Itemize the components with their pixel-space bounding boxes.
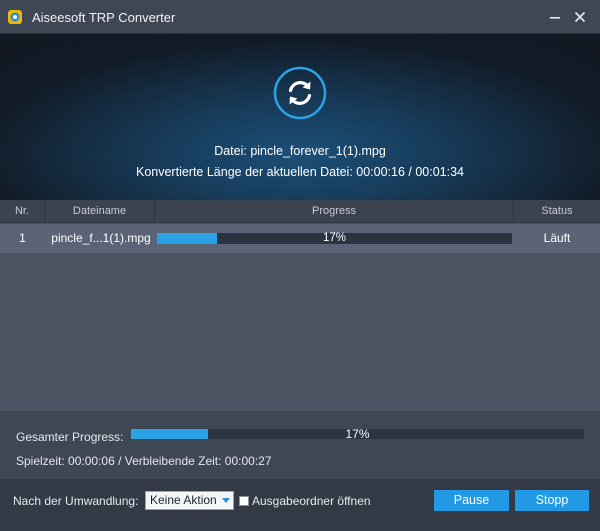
conversion-hero-panel: Datei: pincle_forever_1(1).mpg Konvertie…: [0, 34, 600, 200]
row-progress-bar: 17%: [157, 232, 512, 244]
minimize-icon: [550, 17, 560, 19]
row-status: Läuft: [543, 231, 571, 245]
converted-length-label: Konvertierte Länge der aktuellen Datei: …: [135, 165, 464, 179]
overall-progress-panel: Gesamter Progress: 17% Spielzeit: 00:00:…: [0, 410, 600, 479]
close-button[interactable]: [571, 8, 589, 26]
footer-bar: Nach der Umwandlung: Keine Aktion Ausgab…: [0, 479, 600, 531]
close-icon: [574, 11, 586, 23]
open-output-folder-checkbox[interactable]: [239, 496, 249, 506]
minimize-button[interactable]: [546, 8, 564, 26]
time-info: Spielzeit: 00:00:06 / Verbleibende Zeit:…: [16, 454, 272, 468]
task-table: Nr. Dateiname Progress Status 1 pincle_f…: [0, 200, 600, 410]
chevron-down-icon: [222, 498, 230, 503]
overall-progress-bar: 17%: [131, 427, 584, 441]
after-conversion-label: Nach der Umwandlung:: [13, 494, 139, 508]
after-conversion-select[interactable]: Keine Aktion: [145, 491, 234, 510]
column-header-progress[interactable]: Progress: [155, 200, 514, 223]
window-title: Aiseesoft TRP Converter: [32, 10, 176, 25]
row-number: 1: [19, 231, 26, 245]
open-output-folder-label[interactable]: Ausgabeordner öffnen: [252, 494, 371, 508]
pause-button[interactable]: Pause: [434, 490, 509, 511]
stop-button[interactable]: Stopp: [515, 490, 589, 511]
table-row[interactable]: 1 pincle_f...1(1).mpg 17% Läuft: [0, 224, 600, 253]
overall-progress-percent: 17%: [345, 427, 370, 441]
title-bar: Aiseesoft TRP Converter: [0, 0, 600, 34]
row-filename: pincle_f...1(1).mpg: [51, 231, 151, 245]
row-progress-label: 17%: [322, 232, 347, 244]
column-header-status[interactable]: Status: [514, 200, 600, 223]
column-header-filename[interactable]: Dateiname: [45, 200, 155, 223]
table-header: Nr. Dateiname Progress Status: [0, 200, 600, 223]
column-header-nr[interactable]: Nr.: [0, 200, 45, 223]
overall-progress-label: Gesamter Progress:: [16, 430, 124, 444]
current-file-label: Datei: pincle_forever_1(1).mpg: [214, 144, 386, 158]
aiseesoft-logo-icon: [7, 9, 23, 25]
after-conversion-value: Keine Aktion: [150, 493, 217, 507]
convert-refresh-icon: [273, 66, 327, 120]
